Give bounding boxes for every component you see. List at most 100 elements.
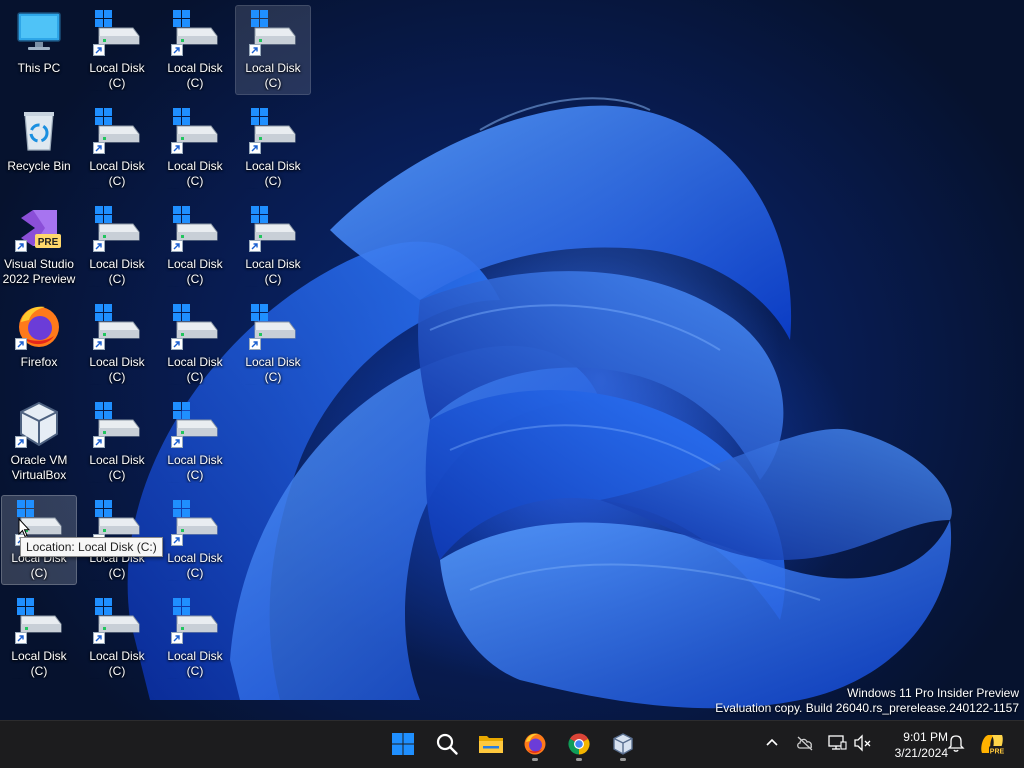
desktop-icon-virtualbox[interactable]: Oracle VM VirtualBox <box>1 397 77 487</box>
copilot-pre-badge: PRE <box>990 748 1005 755</box>
desktop-icon-local-disk-shortcut[interactable]: Local Disk (C) - Shortcut -... <box>79 299 155 389</box>
desktop-icon-label: Local Disk (C) - Shortcut -... <box>167 159 223 188</box>
desktop-icon-local-disk-shortcut[interactable]: Local Disk (C) - Shortcut -... <box>79 397 155 487</box>
mouse-cursor-icon <box>18 518 30 538</box>
shortcut-arrow-icon <box>15 632 27 644</box>
shortcut-arrow-icon <box>171 534 183 546</box>
chevron-up-icon <box>766 738 778 746</box>
desktop-icon-visual-studio[interactable]: PRE Visual Studio 2022 Preview <box>1 201 77 291</box>
folder-icon <box>479 736 503 753</box>
local-disk-icon <box>15 596 63 644</box>
start-button[interactable] <box>385 726 421 762</box>
desktop-icon-recycle-bin[interactable]: Recycle Bin <box>1 103 77 193</box>
desktop-icon-local-disk-shortcut[interactable]: Local Disk (C) - Shortcut -... <box>235 299 311 389</box>
notifications-button[interactable] <box>947 733 965 758</box>
shortcut-arrow-icon <box>249 44 261 56</box>
copilot-button[interactable]: PRE <box>978 731 1006 762</box>
copilot-icon: PRE <box>981 735 1005 755</box>
desktop-icon-label: Local Disk (C) - Shortcut -... <box>89 257 145 286</box>
desktop-icon-local-disk-shortcut[interactable]: Local Disk (C) - Shortcut -... <box>157 593 233 683</box>
volume-muted-icon <box>854 734 871 752</box>
clock-button[interactable]: 9:01 PM 3/21/2024 <box>876 729 948 761</box>
shortcut-arrow-icon <box>93 142 105 154</box>
desktop-icon-local-disk-shortcut[interactable]: Local Disk (C) - Shortcut -... <box>157 103 233 193</box>
desktop-icon-local-disk-shortcut[interactable]: Local Disk (C) - Shortcut -... <box>235 5 311 95</box>
local-disk-icon <box>171 302 219 350</box>
tooltip: Location: Local Disk (C:) <box>20 537 163 557</box>
shortcut-arrow-icon <box>93 632 105 644</box>
local-disk-icon <box>249 106 297 154</box>
desktop-icon-local-disk-shortcut[interactable]: Local Disk (C) - Shortcut -... <box>235 103 311 193</box>
local-disk-icon <box>93 596 141 644</box>
local-disk-icon <box>93 302 141 350</box>
desktop-icon-local-disk-shortcut[interactable]: Local Disk (C) - Shortcut -... <box>79 5 155 95</box>
desktop-icon-local-disk-shortcut[interactable]: Local Disk (C) - Shortcut -... <box>1 593 77 683</box>
shortcut-arrow-icon <box>171 632 183 644</box>
desktop-icon-label: Local Disk (C) - Shortcut -... <box>245 355 301 384</box>
desktop-icon-local-disk-shortcut[interactable]: Local Disk (C) - Shortcut -... <box>79 593 155 683</box>
desktop-icon-local-disk-shortcut[interactable]: Local Disk (C) - Shortcut -... <box>79 201 155 291</box>
desktop-icon-label: Local Disk (C) - Shortcut -... <box>89 159 145 188</box>
windows-logo-icon <box>392 733 414 755</box>
local-disk-icon <box>171 204 219 252</box>
clock-date: 3/21/2024 <box>894 746 948 760</box>
desktop-icon-label: Local Disk (C) - Shortcut -... <box>245 159 301 188</box>
local-disk-icon <box>171 400 219 448</box>
shortcut-arrow-icon <box>171 338 183 350</box>
firefox-button[interactable] <box>517 726 553 762</box>
desktop-icon-this-pc[interactable]: This PC <box>1 5 77 95</box>
this-pc-icon <box>15 8 63 56</box>
evaluation-watermark: Windows 11 Pro Insider Preview Evaluatio… <box>715 686 1019 716</box>
desktop-icon-firefox[interactable]: Firefox <box>1 299 77 389</box>
local-disk-icon <box>93 204 141 252</box>
local-disk-icon <box>171 498 219 546</box>
running-indicator <box>532 758 538 761</box>
taskbar: 9:01 PM 3/21/2024 PRE <box>0 720 1024 768</box>
onedrive-button[interactable] <box>795 733 815 758</box>
shortcut-arrow-icon <box>249 142 261 154</box>
desktop-icon-local-disk-shortcut[interactable]: Local Disk (C) - Shortcut -... <box>157 495 233 585</box>
shortcut-arrow-icon <box>171 44 183 56</box>
local-disk-icon <box>171 596 219 644</box>
virtualbox-icon <box>15 400 63 448</box>
shortcut-arrow-icon <box>15 240 27 252</box>
desktop-icon-label: Local Disk (C) - Shortcut -... <box>167 61 223 90</box>
local-disk-icon <box>171 106 219 154</box>
desktop-icon-label: Local Disk (C) - Shortcut -... <box>89 61 145 90</box>
local-disk-icon <box>249 302 297 350</box>
network-button[interactable] <box>827 733 847 758</box>
desktop-icon-label: Local Disk (C) - Shortcut -... <box>245 61 301 90</box>
desktop-icon-label: Local Disk (C) - Shortcut -... <box>245 257 301 286</box>
desktop[interactable]: This PC Recycle Bin PRE Visual Studio 2022 … <box>0 0 1024 720</box>
desktop-icon-local-disk-shortcut[interactable]: Local Disk (C) - Shortcut -... <box>157 5 233 95</box>
chrome-button[interactable] <box>561 726 597 762</box>
shortcut-arrow-icon <box>93 240 105 252</box>
desktop-icon-local-disk-shortcut[interactable]: Local Disk (C) - Shortcut -... <box>157 299 233 389</box>
virtualbox-button[interactable] <box>605 726 641 762</box>
virtualbox-icon <box>613 733 633 755</box>
file-explorer-button[interactable] <box>473 726 509 762</box>
firefox-icon <box>15 302 63 350</box>
desktop-icon-local-disk-shortcut[interactable]: Local Disk (C) - Shortcut -... <box>79 103 155 193</box>
desktop-icon-label: Oracle VM VirtualBox <box>10 453 68 482</box>
desktop-icon-local-disk-shortcut[interactable]: Local Disk (C) - Shortcut -... <box>235 201 311 291</box>
recycle-bin-icon <box>15 106 63 154</box>
shortcut-arrow-icon <box>249 338 261 350</box>
search-button[interactable] <box>429 726 465 762</box>
desktop-icon-label: Recycle Bin <box>7 159 71 173</box>
watermark-line-1: Windows 11 Pro Insider Preview <box>847 686 1019 700</box>
volume-button[interactable] <box>853 733 873 758</box>
desktop-icon-label: Visual Studio 2022 Preview <box>2 257 76 286</box>
local-disk-icon <box>93 400 141 448</box>
svg-text:PRE: PRE <box>38 237 59 248</box>
show-hidden-icons-button[interactable] <box>764 733 780 758</box>
desktop-icon-local-disk-shortcut[interactable]: Local Disk (C) - Shortcut -... <box>157 397 233 487</box>
desktop-icon-label: Local Disk (C) - Shortcut -... <box>89 453 145 482</box>
shortcut-arrow-icon <box>171 240 183 252</box>
desktop-icon-label: Local Disk (C) - Shortcut -... <box>167 649 223 678</box>
search-icon <box>436 733 458 755</box>
desktop-icon-local-disk-shortcut[interactable]: Local Disk (C) - Shortcut -... <box>157 201 233 291</box>
cloud-off-icon <box>797 736 813 751</box>
shortcut-arrow-icon <box>93 44 105 56</box>
local-disk-icon <box>93 8 141 56</box>
